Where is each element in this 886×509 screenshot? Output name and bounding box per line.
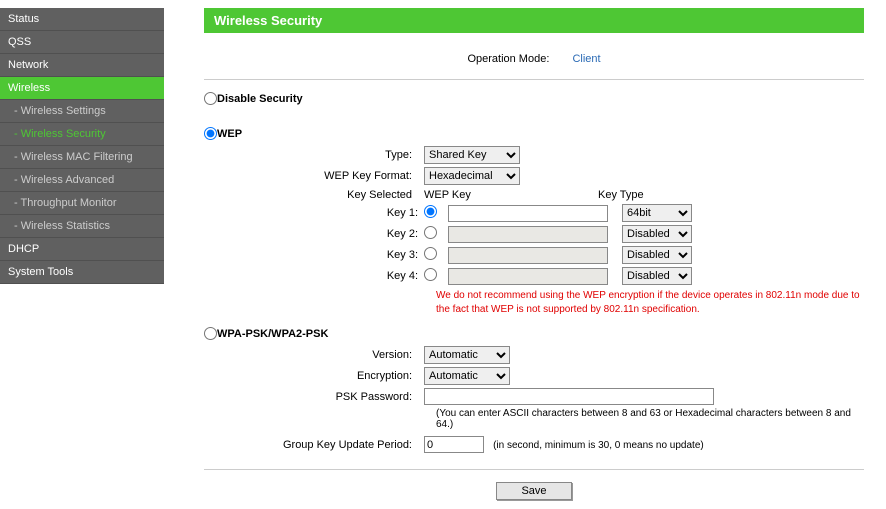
- wpa-version-label: Version:: [204, 349, 424, 361]
- key2-label: Key 2:: [204, 228, 424, 240]
- label-wep: WEP: [217, 128, 242, 140]
- key2-radio[interactable]: [424, 226, 437, 239]
- save-button[interactable]: Save: [496, 482, 571, 500]
- nav-qss[interactable]: QSS: [0, 31, 164, 54]
- key3-input[interactable]: [448, 247, 608, 264]
- radio-wep[interactable]: [204, 127, 217, 140]
- wep-type-select[interactable]: Shared Key: [424, 146, 520, 164]
- wpa-version-select[interactable]: Automatic: [424, 346, 510, 364]
- key1-input[interactable]: [448, 205, 608, 222]
- label-disable-security: Disable Security: [217, 93, 303, 105]
- group-key-hint: (in second, minimum is 30, 0 means no up…: [493, 440, 704, 451]
- operation-mode-value: Client: [572, 53, 600, 65]
- radio-wpa-psk[interactable]: [204, 327, 217, 340]
- group-key-label: Group Key Update Period:: [204, 439, 424, 451]
- key-selected-header: Key Selected: [204, 189, 424, 201]
- psk-password-input[interactable]: [424, 388, 714, 405]
- wep-format-label: WEP Key Format:: [204, 170, 424, 182]
- sidebar: Status QSS Network Wireless - Wireless S…: [0, 0, 164, 509]
- nav-wireless-settings[interactable]: - Wireless Settings: [0, 100, 164, 123]
- key4-input[interactable]: [448, 268, 608, 285]
- psk-password-label: PSK Password:: [204, 391, 424, 403]
- wep-key-header: WEP Key: [424, 189, 598, 201]
- nav-wireless-security[interactable]: - Wireless Security: [0, 123, 164, 146]
- wep-type-label: Type:: [204, 149, 424, 161]
- label-wpa-psk: WPA-PSK/WPA2-PSK: [217, 328, 328, 340]
- key3-type-select[interactable]: Disabled: [622, 246, 692, 264]
- main-content: Wireless Security Operation Mode: Client…: [164, 0, 886, 509]
- nav-network[interactable]: Network: [0, 54, 164, 77]
- wpa-encryption-select[interactable]: Automatic: [424, 367, 510, 385]
- nav-wireless-statistics[interactable]: - Wireless Statistics: [0, 215, 164, 238]
- key3-radio[interactable]: [424, 247, 437, 260]
- key1-radio[interactable]: [424, 205, 437, 218]
- key1-label: Key 1:: [204, 207, 424, 219]
- operation-mode-label: Operation Mode:: [467, 53, 549, 65]
- divider: [204, 79, 864, 80]
- group-key-input[interactable]: [424, 436, 484, 453]
- key3-label: Key 3:: [204, 249, 424, 261]
- nav-dhcp[interactable]: DHCP: [0, 238, 164, 261]
- wep-warning: We do not recommend using the WEP encryp…: [436, 289, 864, 317]
- wpa-encryption-label: Encryption:: [204, 370, 424, 382]
- key4-type-select[interactable]: Disabled: [622, 267, 692, 285]
- key1-type-select[interactable]: 64bit: [622, 204, 692, 222]
- divider: [204, 469, 864, 470]
- nav-throughput-monitor[interactable]: - Throughput Monitor: [0, 192, 164, 215]
- nav-wireless-mac-filtering[interactable]: - Wireless MAC Filtering: [0, 146, 164, 169]
- psk-hint: (You can enter ASCII characters between …: [436, 408, 864, 430]
- nav-wireless-advanced[interactable]: - Wireless Advanced: [0, 169, 164, 192]
- key2-type-select[interactable]: Disabled: [622, 225, 692, 243]
- nav-wireless[interactable]: Wireless: [0, 77, 164, 100]
- key2-input[interactable]: [448, 226, 608, 243]
- radio-disable-security[interactable]: [204, 92, 217, 105]
- nav-status[interactable]: Status: [0, 8, 164, 31]
- key4-label: Key 4:: [204, 270, 424, 282]
- nav-system-tools[interactable]: System Tools: [0, 261, 164, 284]
- key4-radio[interactable]: [424, 268, 437, 281]
- key-type-header: Key Type: [598, 189, 644, 201]
- page-title: Wireless Security: [204, 8, 864, 33]
- wep-format-select[interactable]: Hexadecimal: [424, 167, 520, 185]
